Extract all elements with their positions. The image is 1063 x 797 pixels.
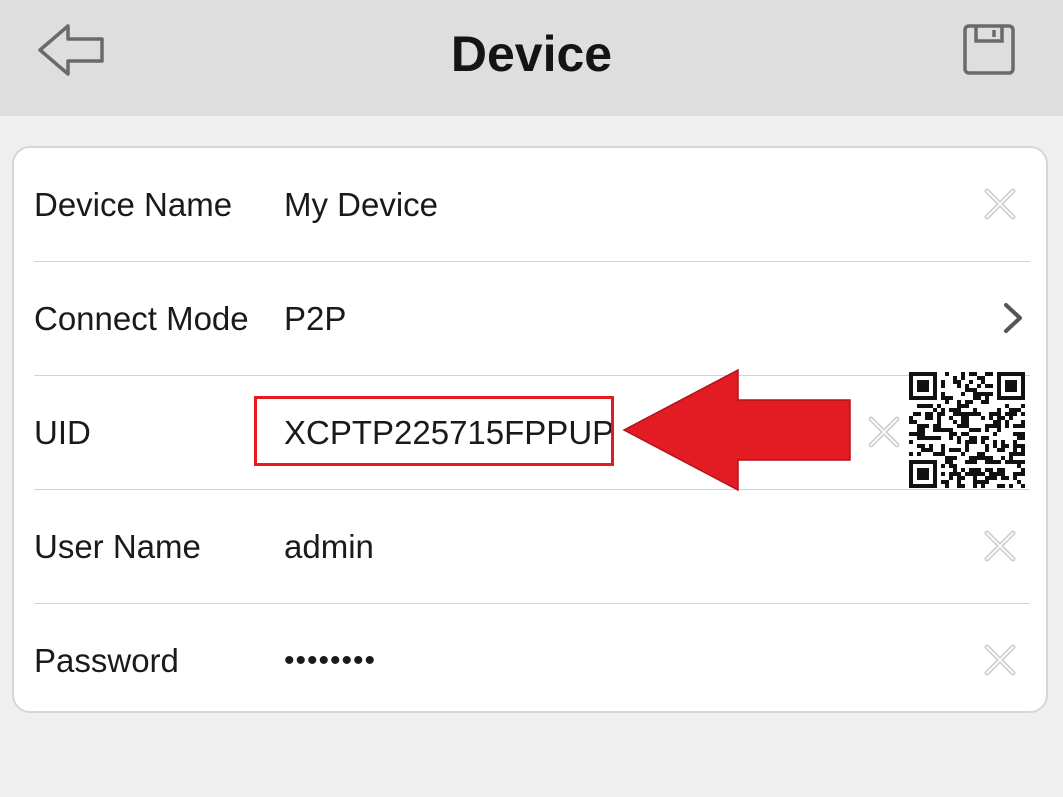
device-name-input[interactable]: My Device — [284, 148, 438, 261]
connect-mode-row[interactable]: Connect Mode P2P — [34, 262, 1030, 376]
clear-x-icon — [868, 416, 900, 448]
save-button[interactable] — [950, 14, 1030, 90]
connect-mode-chevron[interactable] — [998, 298, 1028, 338]
clear-x-icon — [984, 530, 1016, 562]
clear-password-button[interactable] — [982, 642, 1018, 678]
user-name-input[interactable]: admin — [284, 490, 374, 603]
clear-uid-button[interactable] — [866, 414, 902, 450]
user-name-row: User Name admin — [34, 490, 1030, 604]
password-input[interactable]: •••••••• — [284, 604, 376, 717]
qr-scan-button[interactable] — [908, 372, 1026, 488]
device-name-label: Device Name — [34, 186, 233, 223]
back-arrow-icon — [38, 24, 104, 76]
back-button[interactable] — [30, 14, 114, 86]
chevron-right-icon — [1004, 303, 1022, 333]
app-header: Device — [0, 0, 1063, 116]
clear-x-icon — [984, 188, 1016, 220]
user-name-label: User Name — [34, 528, 201, 565]
connect-mode-label: Connect Mode — [34, 300, 249, 337]
password-row: Password •••••••• — [34, 604, 1030, 717]
uid-label: UID — [34, 414, 91, 451]
clear-device-name-button[interactable] — [982, 186, 1018, 222]
clear-x-icon — [984, 644, 1016, 676]
password-label: Password — [34, 642, 179, 679]
clear-user-name-button[interactable] — [982, 528, 1018, 564]
red-arrow-annotation — [622, 368, 851, 492]
device-name-row: Device Name My Device — [34, 148, 1030, 262]
connect-mode-value: P2P — [284, 300, 347, 337]
page-title: Device — [450, 26, 613, 82]
qr-code-icon — [909, 372, 1025, 488]
uid-highlight-box — [254, 396, 614, 466]
save-floppy-icon — [963, 24, 1015, 75]
